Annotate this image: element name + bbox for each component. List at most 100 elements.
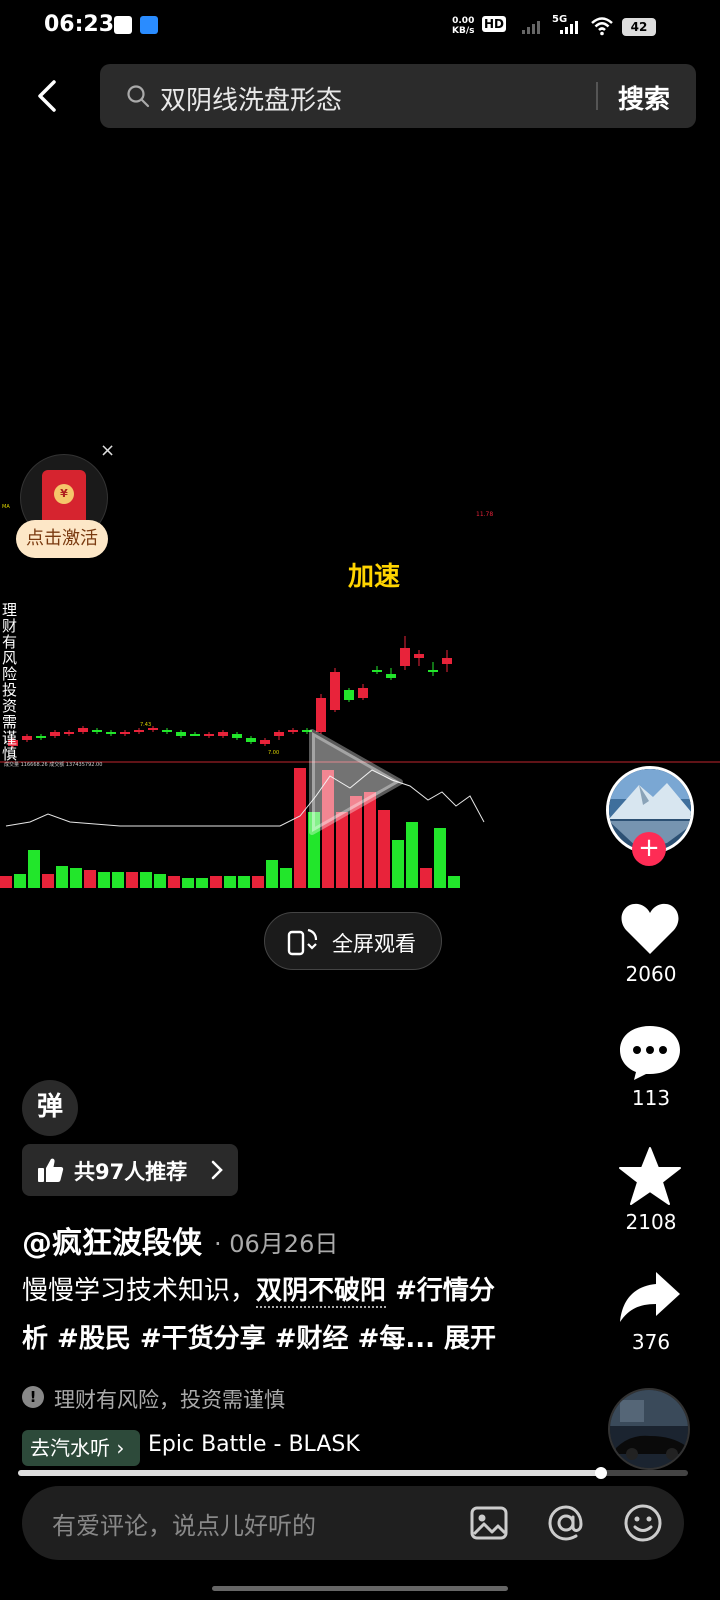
volume-bar — [154, 874, 166, 888]
follow-button[interactable]: + — [632, 832, 666, 866]
volume-bar — [56, 866, 68, 888]
music-disc[interactable] — [608, 1388, 690, 1470]
chart-mid-label: 7.43 — [140, 722, 151, 728]
network-speed: 0.00 KB/s — [452, 16, 475, 36]
volume-bar — [392, 840, 404, 888]
candle-body — [400, 648, 410, 666]
volume-bar — [28, 850, 40, 888]
hd-voice-icon: HD — [482, 16, 507, 32]
volume-bar — [420, 868, 432, 888]
volume-bar — [224, 876, 236, 888]
search-button[interactable]: 搜索 — [618, 79, 670, 116]
candle-body — [246, 738, 256, 742]
comment-input[interactable]: 有爱评论，说点儿好听的 — [52, 1506, 316, 1541]
volume-bar — [182, 878, 194, 888]
volume-bar — [126, 872, 138, 888]
play-icon[interactable] — [300, 722, 410, 842]
mention-icon[interactable] — [545, 1502, 587, 1544]
volume-bar — [196, 878, 208, 888]
candle-body — [260, 740, 270, 744]
search-icon — [127, 85, 150, 108]
comment-count: 113 — [631, 1086, 671, 1110]
candle-body — [358, 688, 368, 698]
chart-low-label: 7.00 — [268, 750, 279, 756]
search-divider — [596, 82, 598, 110]
volume-bar — [140, 872, 152, 888]
like-count: 2060 — [625, 962, 677, 986]
rotate-screen-icon — [287, 928, 318, 956]
candle-body — [120, 732, 130, 734]
emoji-icon[interactable] — [622, 1502, 664, 1544]
red-packet-activate-button[interactable]: 点击激活 — [16, 520, 108, 558]
caption-line-2: 析 #股民 #干货分享 #财经 #每... 展开 — [22, 1318, 496, 1355]
candle-body — [274, 732, 284, 736]
thumbs-up-icon — [38, 1158, 64, 1182]
expand-caption-button[interactable]: 展开 — [435, 1324, 496, 1354]
volume-bar — [14, 874, 26, 888]
caption-search-link[interactable]: 双阴不破阳 — [256, 1276, 387, 1308]
candle-body — [176, 732, 186, 736]
share-icon[interactable] — [618, 1268, 682, 1328]
coin-icon: ¥ — [54, 484, 74, 504]
favorite-count: 2108 — [625, 1210, 677, 1234]
open-music-app-button[interactable]: 去汽水听 › — [22, 1430, 140, 1466]
volume-bar — [448, 876, 460, 888]
toutiao-app-icon — [114, 16, 132, 34]
candle-body — [134, 730, 144, 732]
candle-body — [50, 732, 60, 736]
risk-warning-vertical: 理财有风险 投资需谨慎 — [2, 601, 18, 763]
overlay-caption: 加速 — [348, 562, 401, 592]
candle-body — [428, 670, 438, 672]
navigation-app-icon — [140, 16, 158, 34]
share-count: 376 — [631, 1330, 671, 1354]
status-time: 06:23 — [44, 12, 115, 37]
candle-body — [442, 658, 452, 664]
chevron-right-icon — [211, 1160, 223, 1180]
candle-body — [22, 736, 32, 740]
volume-bar — [70, 868, 82, 888]
chart-top-label: MA — [2, 504, 10, 510]
candle-body — [106, 732, 116, 734]
hashtag-links[interactable]: 析 #股民 #干货分享 #财经 #每... — [22, 1324, 435, 1354]
candle-body — [64, 732, 74, 734]
close-icon[interactable]: × — [100, 440, 115, 461]
volume-bar — [238, 876, 250, 888]
candle-body — [162, 730, 172, 732]
candle-body — [330, 672, 340, 710]
candle-body — [92, 730, 102, 732]
danmaku-toggle-button[interactable]: 弹 — [22, 1080, 78, 1136]
fullscreen-label: 全屏观看 — [332, 932, 416, 956]
author-name[interactable]: @疯狂波段侠 — [22, 1218, 202, 1262]
music-cover-image — [610, 1390, 688, 1468]
comment-icon[interactable] — [618, 1022, 682, 1082]
candle-body — [288, 730, 298, 732]
candle-body — [190, 734, 200, 736]
post-date: · 06月26日 — [214, 1230, 339, 1258]
caption-line-1: 慢慢学习技术知识，双阴不破阳 #行情分 — [22, 1270, 495, 1308]
back-button[interactable] — [30, 78, 66, 114]
video-progress-handle[interactable] — [595, 1467, 607, 1479]
candle-body — [78, 728, 88, 732]
volume-bar — [112, 872, 124, 888]
volume-bar — [42, 874, 54, 888]
signal-icon-sim1 — [522, 20, 540, 34]
chart-high-label: 11.78 — [476, 511, 493, 518]
music-title[interactable]: Epic Battle - BLASK — [148, 1432, 360, 1457]
candle-body — [36, 736, 46, 738]
like-icon[interactable] — [618, 898, 682, 958]
candle-body — [218, 732, 228, 736]
favorite-star-icon[interactable] — [618, 1146, 682, 1206]
volume-bar — [168, 876, 180, 888]
risk-warning-text: 理财有风险，投资需谨慎 — [54, 1388, 285, 1412]
image-icon[interactable] — [468, 1502, 510, 1544]
chart-volume-legend: 成交量 116668.26 成交额 137435792.00 — [4, 761, 102, 768]
volume-bar — [252, 876, 264, 888]
candle-body — [386, 674, 396, 678]
candle-body — [344, 690, 354, 700]
home-indicator — [212, 1586, 508, 1591]
search-query[interactable]: 双阴线洗盘形态 — [160, 80, 342, 117]
wifi-icon — [591, 17, 613, 36]
hashtag-link[interactable]: #行情分 — [386, 1276, 495, 1306]
volume-bar — [280, 868, 292, 888]
candle-body — [372, 670, 382, 672]
